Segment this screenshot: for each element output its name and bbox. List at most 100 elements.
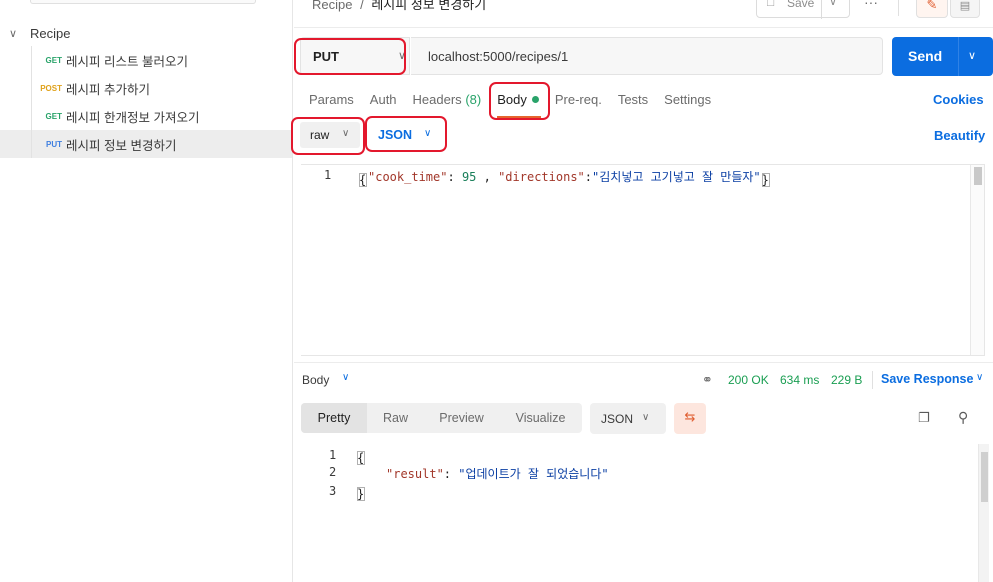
more-options-icon[interactable]: ··· (864, 0, 878, 10)
save-icon: □ (767, 0, 775, 9)
body-language-value: JSON (378, 128, 413, 142)
breadcrumb: Recipe / 레시피 정보 변경하기 (312, 0, 486, 13)
response-size[interactable]: 229 B (831, 373, 862, 387)
save-button[interactable]: □ Save ∨ (756, 0, 850, 19)
breadcrumb-current[interactable]: 레시피 정보 변경하기 (371, 0, 486, 12)
tab-pre-request[interactable]: Pre-req. (555, 92, 602, 118)
collection-recipe[interactable]: ∨ Recipe (0, 22, 292, 44)
request-name: 레시피 정보 변경하기 (66, 138, 177, 153)
tab-params[interactable]: Params (309, 92, 354, 118)
beautify-link[interactable]: Beautify (934, 128, 985, 143)
code-line[interactable]: {"cook_time": 95 , "directions":"김치넣고 고기… (358, 168, 771, 187)
tree-line (31, 102, 32, 130)
globe-icon[interactable]: ⚭ (702, 372, 713, 388)
tab-tests[interactable]: Tests (618, 92, 648, 118)
view-pretty[interactable]: Pretty (301, 403, 367, 433)
chevron-down-icon: ∨ (342, 128, 350, 139)
tab-headers[interactable]: Headers (8) (413, 92, 482, 118)
send-button[interactable]: Send ∨ (892, 37, 993, 76)
scroll-thumb[interactable] (981, 452, 988, 502)
request-item-active[interactable]: PUT 레시피 정보 변경하기 (0, 130, 292, 158)
json-brace: { (359, 173, 367, 187)
view-preview[interactable]: Preview (424, 403, 499, 433)
method-badge: POST (40, 83, 62, 93)
json-punct: : (443, 467, 459, 481)
sidebar: + ≡ ··· ∨ Recipe GET 레시피 리스트 불러오기 POST 레… (0, 0, 293, 582)
tab-auth[interactable]: Auth (370, 92, 397, 118)
chevron-down-icon[interactable]: ∨ (829, 0, 837, 8)
scroll-thumb[interactable] (974, 167, 982, 185)
response-body[interactable]: 1 { 2 "result": "업데이트가 잘 되었습니다" 3 } (294, 444, 993, 582)
tree-line (31, 130, 32, 158)
search-input[interactable]: ≡ (30, 0, 256, 4)
breadcrumb-root[interactable]: Recipe (312, 0, 352, 12)
save-label: Save (787, 0, 815, 10)
body-language-select[interactable]: JSON ∨ (372, 122, 442, 148)
json-key: "directions" (498, 170, 585, 184)
json-brace: } (357, 487, 365, 501)
tab-settings[interactable]: Settings (664, 92, 711, 118)
response-time[interactable]: 634 ms (780, 373, 819, 387)
response-format-select[interactable]: JSON ∨ (590, 403, 666, 434)
response-bar: Body ∨ ⚭ 200 OK 634 ms 229 B Save Respon… (294, 362, 993, 396)
tab-label: Body (497, 92, 527, 107)
edit-icon[interactable]: ✎ (916, 0, 948, 18)
tab-body[interactable]: Body (497, 92, 541, 118)
line-number: 3 (329, 484, 337, 498)
copy-icon[interactable]: ❐ (918, 410, 930, 426)
body-editor[interactable]: 1 {"cook_time": 95 , "directions":"김치넣고 … (301, 164, 985, 356)
plus-icon[interactable]: + (8, 0, 15, 1)
breadcrumb-separator: / (360, 0, 364, 12)
sidebar-toolbar: + ≡ ··· (0, 0, 292, 12)
search-icon[interactable]: ⚲ (958, 409, 968, 426)
bracket-highlight: { (359, 173, 367, 187)
divider (872, 371, 873, 389)
save-response-button[interactable]: Save Response (881, 372, 973, 386)
url-input[interactable]: localhost:5000/recipes/1 (411, 37, 883, 75)
json-punct: , (476, 170, 499, 184)
response-scrollbar[interactable] (978, 444, 989, 582)
bracket-highlight: } (761, 173, 770, 187)
line-number: 2 (329, 465, 337, 479)
cookies-link[interactable]: Cookies (933, 92, 984, 107)
request-item[interactable]: GET 레시피 한개정보 가져오기 (0, 102, 292, 130)
bracket-highlight: { (357, 451, 365, 465)
json-string: "업데이트가 잘 되었습니다" (458, 467, 609, 481)
request-item[interactable]: POST 레시피 추가하기 (0, 74, 292, 102)
json-brace: { (357, 451, 365, 465)
request-name: 레시피 추가하기 (66, 82, 150, 97)
divider (821, 0, 822, 19)
chevron-down-icon[interactable]: ∨ (976, 372, 983, 383)
request-name: 레시피 한개정보 가져오기 (66, 110, 200, 125)
response-view-tabs: Pretty Raw Preview Visualize (301, 403, 582, 433)
request-pane: Recipe / 레시피 정보 변경하기 □ Save ∨ ··· ✎ ▤ PU… (294, 0, 993, 582)
json-number: 95 (461, 170, 477, 184)
chevron-down-icon[interactable]: ∨ (968, 49, 976, 62)
method-value: PUT (313, 49, 339, 64)
request-tabs: Params Auth Headers (8) Body Pre-req. Te… (309, 92, 727, 118)
request-name: 레시피 리스트 불러오기 (66, 54, 188, 69)
json-punct: : (584, 170, 593, 184)
editor-scrollbar[interactable] (970, 165, 984, 355)
chevron-down-icon: ∨ (642, 412, 650, 423)
chevron-down-icon[interactable]: ∨ (342, 372, 349, 383)
bracket-highlight: } (357, 487, 365, 501)
url-value: localhost:5000/recipes/1 (428, 49, 569, 64)
request-item[interactable]: GET 레시피 리스트 불러오기 (0, 46, 292, 74)
status-badge[interactable]: 200 OK (728, 373, 769, 387)
method-select[interactable]: PUT ∨ (300, 37, 410, 75)
more-options-icon[interactable]: ··· (265, 0, 281, 1)
response-body-label[interactable]: Body (302, 373, 329, 387)
view-visualize[interactable]: Visualize (499, 403, 582, 433)
divider (294, 27, 993, 28)
documentation-icon[interactable]: ▤ (950, 0, 980, 18)
json-key: "result" (386, 467, 444, 481)
body-mode-select[interactable]: raw ∨ (300, 122, 360, 148)
view-raw[interactable]: Raw (367, 403, 424, 433)
chevron-down-icon: ∨ (9, 27, 18, 40)
tree-line (31, 46, 32, 74)
code-line: "result": "업데이트가 잘 되었습니다" (386, 465, 609, 482)
line-number: 1 (324, 168, 332, 182)
wrap-lines-icon[interactable]: ⇆ (674, 403, 706, 434)
json-brace: } (761, 173, 769, 187)
